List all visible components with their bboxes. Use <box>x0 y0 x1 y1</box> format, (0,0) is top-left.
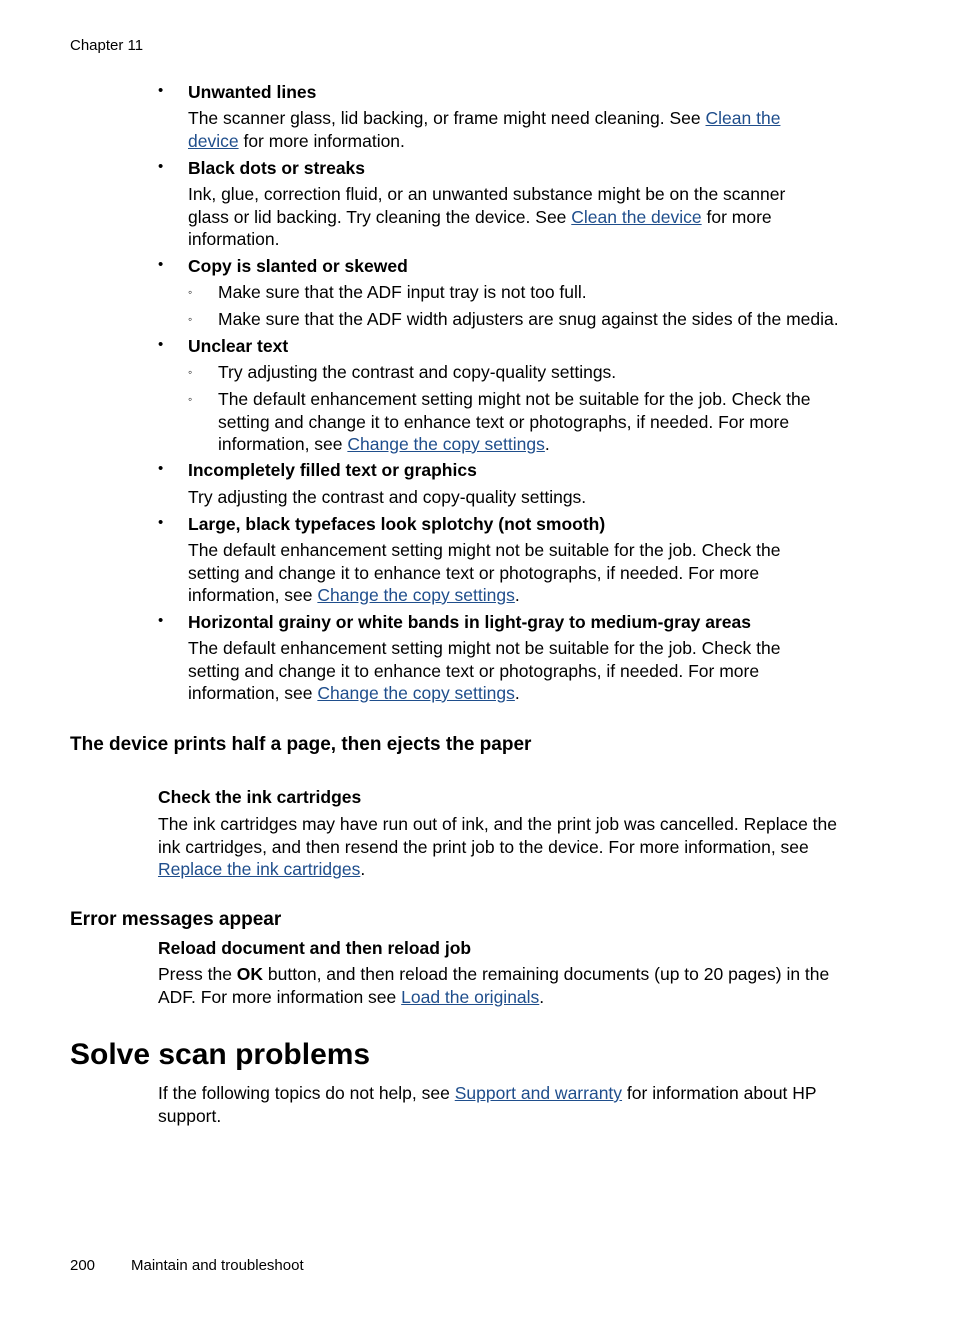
subheading-check-ink: Check the ink cartridges <box>158 787 362 807</box>
support-warranty-link[interactable]: Support and warranty <box>455 1083 622 1103</box>
page-heading-scan-problems: Solve scan problems <box>70 1038 371 1071</box>
circle-bullet-icon: ◦ <box>188 285 193 299</box>
change-copy-settings-link[interactable]: Change the copy settings <box>317 683 515 703</box>
replace-ink-cartridges-link[interactable]: Replace the ink cartridges <box>158 859 360 879</box>
change-copy-settings-link[interactable]: Change the copy settings <box>347 434 545 454</box>
item-title: Large, black typefaces look splotchy (no… <box>188 514 606 534</box>
bullet-icon: • <box>158 612 164 629</box>
page-number: 200 <box>70 1257 96 1274</box>
item-description: Try adjusting the contrast and copy-qual… <box>188 487 587 507</box>
clean-device-link[interactable]: Clean the device <box>571 207 701 227</box>
running-head: Chapter 11 <box>70 37 144 54</box>
item-title: Black dots or streaks <box>188 158 366 178</box>
subheading-reload: Reload document and then reload job <box>158 938 472 958</box>
bullet-icon: • <box>158 336 164 353</box>
circle-bullet-icon: ◦ <box>188 392 193 406</box>
errors-description: Press the OK button, and then reload the… <box>158 964 830 1007</box>
bullet-icon: • <box>158 460 164 477</box>
item-title: Copy is slanted or skewed <box>188 256 408 276</box>
item-description: The scanner glass, lid backing, or frame… <box>188 108 781 151</box>
item-title: Incompletely filled text or graphics <box>188 460 477 480</box>
circle-bullet-icon: ◦ <box>188 312 193 326</box>
item-description: Ink, glue, correction fluid, or an unwan… <box>188 184 786 249</box>
item-title: Horizontal grainy or white bands in ligh… <box>188 612 752 632</box>
section-heading-half-page: The device prints half a page, then ejec… <box>70 734 532 755</box>
scan-description: If the following topics do not help, see… <box>158 1083 817 1126</box>
bullet-icon: • <box>158 82 164 99</box>
bullet-icon: • <box>158 256 164 273</box>
load-originals-link[interactable]: Load the originals <box>401 987 539 1007</box>
bullet-icon: • <box>158 514 164 531</box>
footer-section: Maintain and troubleshoot <box>131 1257 304 1274</box>
change-copy-settings-link[interactable]: Change the copy settings <box>317 585 515 605</box>
section-heading-errors: Error messages appear <box>70 909 282 930</box>
circle-bullet-icon: ◦ <box>188 365 193 379</box>
item-description: The default enhancement setting might no… <box>188 540 781 605</box>
item-title: Unwanted lines <box>188 82 317 102</box>
item-description: The default enhancement setting might no… <box>188 638 781 703</box>
bullet-icon: • <box>158 158 164 175</box>
item-title: Unclear text <box>188 336 289 356</box>
half-page-description: The ink cartridges may have run out of i… <box>158 814 837 879</box>
ok-button-label: OK <box>236 964 264 984</box>
